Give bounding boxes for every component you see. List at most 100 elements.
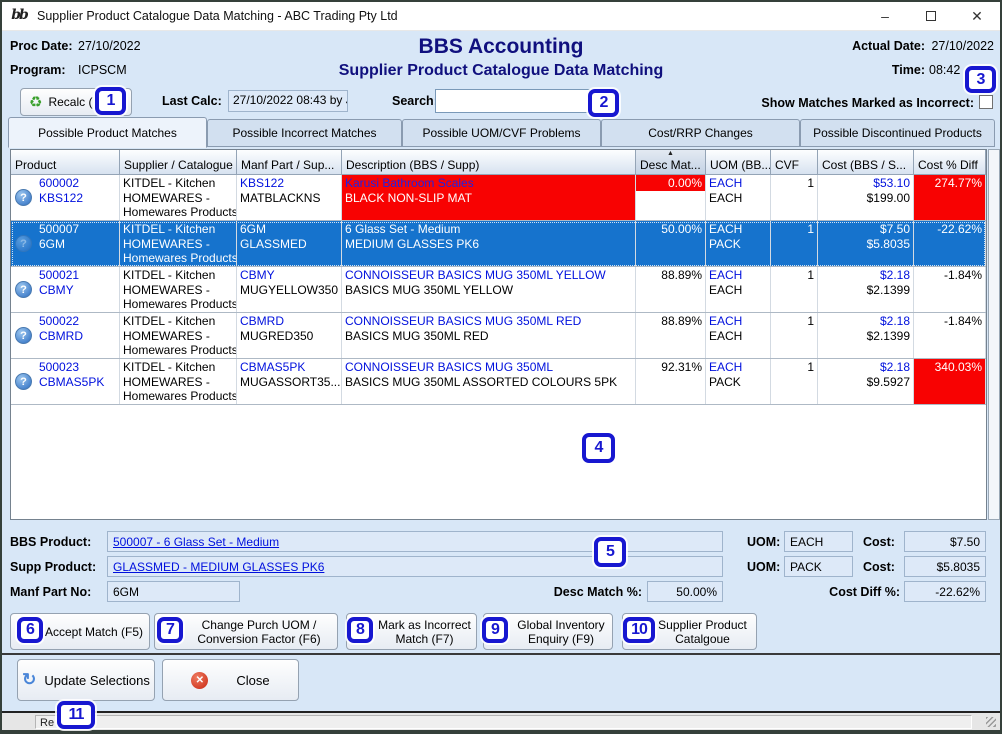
column-header-5[interactable]: Desc Mat...▲: [636, 150, 706, 175]
supplier-text: KITDEL - Kitchen: [123, 360, 233, 375]
question-icon[interactable]: ?: [15, 281, 32, 298]
tab-1[interactable]: Possible Product Matches: [8, 117, 207, 148]
manf-part-text: MUGASSORT35...: [240, 375, 338, 390]
supplier-text: KITDEL - Kitchen: [123, 314, 233, 329]
table-row[interactable]: ?600002KBS122KITDEL - KitchenHOMEWARES -…: [11, 175, 986, 221]
maximize-button[interactable]: [908, 2, 954, 30]
cost-value: $2.1399: [821, 329, 910, 344]
product-code-link[interactable]: 600002: [39, 176, 116, 191]
minimize-button[interactable]: –: [862, 2, 908, 30]
table-row[interactable]: ?500023CBMAS5PKKITDEL - KitchenHOMEWARES…: [11, 359, 986, 405]
search-input[interactable]: [435, 89, 590, 113]
actual-date-value: 27/10/2022: [930, 39, 994, 53]
cell-cost-diff: -1.84%: [914, 267, 986, 312]
bbs-product-field[interactable]: 500007 - 6 Glass Set - Medium: [107, 531, 723, 552]
column-header-1[interactable]: Product: [11, 150, 120, 175]
product-code-link[interactable]: KBS122: [39, 191, 116, 206]
manf-part-text: CBMAS5PK: [240, 360, 338, 375]
column-header-label: Cost % Diff: [918, 158, 978, 172]
uom-text: EACH: [709, 268, 767, 283]
cell-product: ? 5000076GM: [11, 221, 120, 266]
sort-asc-icon: ▲: [667, 150, 674, 157]
som-mark-5: 5: [594, 537, 626, 567]
last-calc-label: Last Calc:: [162, 94, 222, 108]
cost-value: $2.18: [821, 314, 910, 329]
question-icon[interactable]: ?: [15, 235, 32, 252]
column-header-label: Manf Part / Sup...: [241, 158, 334, 172]
description-text: MEDIUM GLASSES PK6: [345, 237, 632, 252]
table-row[interactable]: ?5000076GMKITDEL - KitchenHOMEWARES -Hom…: [11, 221, 986, 267]
cell-uom: EACHEACH: [706, 313, 771, 358]
column-header-6[interactable]: UOM (BB...: [706, 150, 771, 175]
product-code-link[interactable]: 500023: [39, 360, 116, 375]
uom-text: EACH: [709, 283, 767, 298]
cell-description: 6 Glass Set - MediumMEDIUM GLASSES PK6: [342, 221, 636, 266]
product-code-link[interactable]: 500021: [39, 268, 116, 283]
column-header-label: Description (BBS / Supp): [346, 158, 479, 172]
close-button[interactable]: ✕ Close: [162, 659, 299, 701]
supplier-text: HOMEWARES -: [123, 237, 233, 252]
question-icon[interactable]: ?: [15, 189, 32, 206]
column-header-8[interactable]: Cost (BBS / S...: [818, 150, 914, 175]
cell-desc-match: 88.89%: [636, 313, 706, 358]
manf-part-text: 6GM: [240, 222, 338, 237]
bbs-product-link[interactable]: 500007 - 6 Glass Set - Medium: [113, 535, 279, 549]
status-text: Re: [35, 715, 972, 729]
description-text: BASICS MUG 350ML ASSORTED COLOURS 5PK: [345, 375, 632, 390]
cvf-value: 1: [774, 176, 814, 191]
column-header-2[interactable]: Supplier / Catalogue: [120, 150, 237, 175]
cell-supplier: KITDEL - KitchenHOMEWARES -Homewares Pro…: [120, 221, 237, 266]
manf-part-text: MATBLACKNS: [240, 191, 338, 206]
supplier-text: HOMEWARES -: [123, 375, 233, 390]
question-icon[interactable]: ?: [15, 327, 32, 344]
close-window-button[interactable]: ✕: [954, 2, 1000, 30]
tab-2[interactable]: Possible Incorrect Matches: [207, 119, 402, 147]
supp-product-link[interactable]: GLASSMED - MEDIUM GLASSES PK6: [113, 560, 324, 574]
cell-cost: $2.18$2.1399: [818, 267, 914, 312]
cvf-value: 1: [774, 268, 814, 283]
table-vertical-scrollbar[interactable]: [988, 149, 1000, 520]
tab-3[interactable]: Possible UOM/CVF Problems: [402, 119, 601, 147]
column-header-7[interactable]: CVF: [771, 150, 818, 175]
product-code-link[interactable]: 6GM: [39, 237, 116, 252]
time-label: Time:: [845, 63, 925, 77]
desc-match-value: 88.89%: [639, 268, 702, 283]
maximize-icon: [926, 11, 936, 21]
som-mark-3: 3: [965, 66, 996, 93]
resize-grip[interactable]: [986, 717, 996, 727]
table-row[interactable]: ?500021CBMYKITDEL - KitchenHOMEWARES -Ho…: [11, 267, 986, 313]
product-code-link[interactable]: 500007: [39, 222, 116, 237]
column-header-9[interactable]: Cost % Diff: [914, 150, 986, 175]
question-icon[interactable]: ?: [15, 373, 32, 390]
show-incorrect-checkbox[interactable]: [979, 95, 993, 109]
tab-5[interactable]: Possible Discontinued Products: [800, 119, 995, 147]
column-header-label: Supplier / Catalogue: [124, 158, 233, 172]
desc-match-value: 88.89%: [639, 314, 702, 329]
product-code-link[interactable]: CBMY: [39, 283, 116, 298]
status-bar: Re: [2, 711, 1000, 730]
cell-manf-part: 6GMGLASSMED: [237, 221, 342, 266]
cost-diff-field: -22.62%: [904, 581, 986, 602]
supp-product-field[interactable]: GLASSMED - MEDIUM GLASSES PK6: [107, 556, 723, 577]
product-code-link[interactable]: 500022: [39, 314, 116, 329]
recalc-label: Recalc (: [48, 95, 92, 109]
product-code-link[interactable]: CBMAS5PK: [39, 375, 116, 390]
cell-cvf: 1: [771, 175, 818, 220]
column-header-4[interactable]: Description (BBS / Supp): [342, 150, 636, 175]
show-incorrect-label: Show Matches Marked as Incorrect:: [702, 96, 974, 110]
update-selections-button[interactable]: ↻ Update Selections: [17, 659, 155, 701]
uom-bbs-field: EACH: [784, 531, 853, 552]
cell-product: ? 500022CBMRD: [11, 313, 120, 358]
description-text: 6 Glass Set - Medium: [345, 222, 632, 237]
column-header-label: Product: [15, 158, 56, 172]
column-header-3[interactable]: Manf Part / Sup...: [237, 150, 342, 175]
cost-value: $2.1399: [821, 283, 910, 298]
product-code-link[interactable]: CBMRD: [39, 329, 116, 344]
cell-cost-diff: -22.62%: [914, 221, 986, 266]
proc-date-value: 27/10/2022: [78, 39, 141, 53]
table-row[interactable]: ?500022CBMRDKITDEL - KitchenHOMEWARES -H…: [11, 313, 986, 359]
app-logo-icon: bb: [9, 6, 29, 26]
supplier-text: HOMEWARES -: [123, 329, 233, 344]
tab-4[interactable]: Cost/RRP Changes: [601, 119, 800, 147]
uom-text: EACH: [709, 222, 767, 237]
